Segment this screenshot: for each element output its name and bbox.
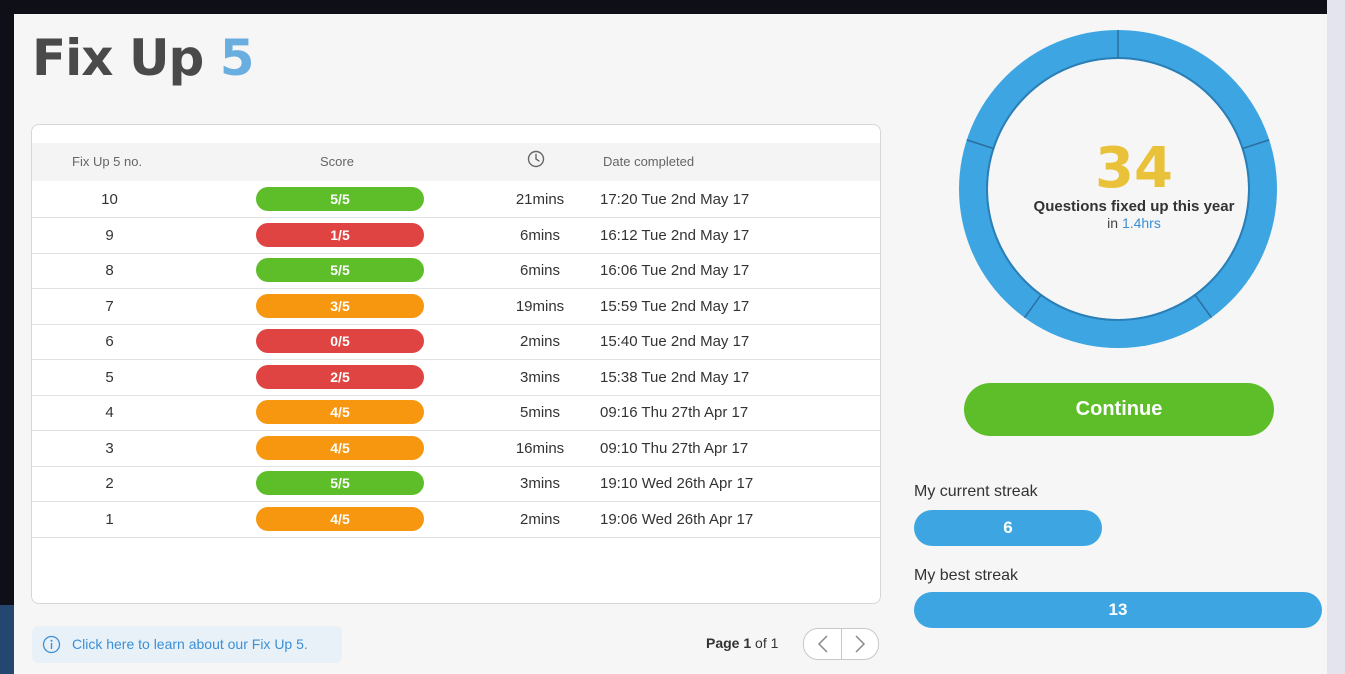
duration: 3mins [519,475,560,492]
score-badge: 1/5 [256,222,424,247]
score-badge: 3/5 [256,293,424,318]
learn-more-link[interactable]: Click here to learn about our Fix Up 5. [32,626,342,663]
page-label: Page [706,635,740,651]
score-badge: 2/5 [256,364,424,389]
date-completed: 19:06 Wed 26th Apr 17 [600,510,754,528]
questions-fixed-label-text: Questions fixed up this year [1033,198,1235,215]
fix-up-number: 9 [105,226,114,244]
header-score: Score [320,154,354,169]
duration: 6mins [519,226,560,244]
fix-up-number: 5 [105,368,114,386]
duration: 2mins [519,510,560,528]
pager-controls [803,628,879,660]
table-row: 10 5/5 21mins 17:20 Tue 2nd May 17 [32,182,880,218]
duration: 2mins [519,333,560,350]
page-of-label: of [755,635,767,651]
date-completed: 16:06 Tue 2nd May 17 [600,262,750,279]
table-row: 1 4/5 2mins 19:06 Wed 26th Apr 17 [32,502,880,538]
questions-fixed-count: 34 [1095,136,1173,201]
table-row: 3 4/5 16mins 09:10 Thu 27th Apr 17 [32,431,880,467]
duration: 6mins [519,262,560,279]
page-current: 1 [743,635,752,651]
current-streak-bar: 6 [914,510,1102,546]
page-title-number: 5 [219,29,255,87]
date-completed: 17:20 Tue 2nd May 17 [600,191,750,208]
header-date-completed: Date completed [603,154,695,169]
score-badge: 5/5 [256,187,424,211]
learn-more-text: Click here to learn about our Fix Up 5. [72,636,308,652]
score-badge: 5/5 [256,471,424,495]
table-row: 8 5/5 6mins 16:06 Tue 2nd May 17 [32,253,880,289]
table-row: 5 2/5 3mins 15:38 Tue 2nd May 17 [32,360,880,396]
current-streak-label: My current streak [914,483,1038,500]
page-title: Fix Up 5 [32,28,255,88]
table-header: Fix Up 5 no. Score Date completed [32,143,880,181]
score-badge: 4/5 [256,400,424,424]
fix-up-number: 2 [105,475,114,492]
table-row: 6 0/5 2mins 15:40 Tue 2nd May 17 [32,324,880,360]
date-completed: 15:40 Tue 2nd May 17 [600,333,750,350]
page-total: 1 [770,635,779,651]
clock-icon [527,150,545,172]
header-fix-up-no: Fix Up 5 no. [72,154,143,169]
date-completed: 09:10 Thu 27th Apr 17 [600,439,749,457]
window-right-border [1327,0,1345,674]
date-completed: 16:12 Tue 2nd May 17 [600,226,750,244]
best-streak-label: My best streak [914,567,1019,584]
duration: 5mins [519,404,560,421]
fix-up-number: 6 [105,333,114,350]
best-streak-bar: 13 [914,592,1322,628]
score-badge: 4/5 [256,435,424,460]
fix-up-number: 10 [101,191,118,208]
info-icon [42,635,61,654]
score-badge: 0/5 [256,329,424,353]
fix-up-number: 8 [105,262,114,279]
duration: 19mins [515,297,565,315]
fix-up-panel: Fix Up 5 Fix Up 5 no. Score Date complet… [14,14,1327,674]
time-spent-in: in [1107,215,1119,231]
fix-up-number: 3 [105,439,114,457]
duration: 16mins [515,439,565,457]
duration: 3mins [519,368,560,386]
date-completed: 09:16 Thu 27th Apr 17 [600,404,749,421]
page-title-text: Fix Up [32,29,204,87]
table-row: 2 5/5 3mins 19:10 Wed 26th Apr 17 [32,466,880,502]
window-left-border [0,0,14,674]
chevron-left-icon [817,635,828,653]
fix-up-number: 7 [105,297,114,315]
window-left-accent [0,605,14,674]
table-row: 7 3/5 19mins 15:59 Tue 2nd May 17 [32,289,880,325]
questions-fixed-label: Questions fixed up this year [1012,199,1256,215]
prev-page-button[interactable] [804,629,842,659]
ring-summary: 34 Questions fixed up this year in 1.4hr… [1012,136,1256,232]
date-completed: 19:10 Wed 26th Apr 17 [600,475,754,492]
results-table: Fix Up 5 no. Score Date completed 10 5/5 2… [31,124,881,604]
time-spent-hours: 1.4hrs [1121,215,1161,231]
page-indicator: Page 1 of 1 [706,626,778,660]
chevron-right-icon [854,635,865,653]
time-spent: in 1.4hrs [1012,215,1256,231]
date-completed: 15:59 Tue 2nd May 17 [600,297,750,315]
next-page-button[interactable] [841,629,878,659]
continue-button[interactable]: Continue [964,383,1274,436]
fix-up-number: 1 [105,510,114,528]
fix-up-number: 4 [105,404,114,421]
date-completed: 15:38 Tue 2nd May 17 [600,368,750,386]
duration: 21mins [515,191,565,208]
window-top-border [0,0,1345,14]
table-row: 4 4/5 5mins 09:16 Thu 27th Apr 17 [32,395,880,431]
table-row: 9 1/5 6mins 16:12 Tue 2nd May 17 [32,218,880,254]
score-badge: 4/5 [256,506,424,531]
score-badge: 5/5 [256,258,424,282]
